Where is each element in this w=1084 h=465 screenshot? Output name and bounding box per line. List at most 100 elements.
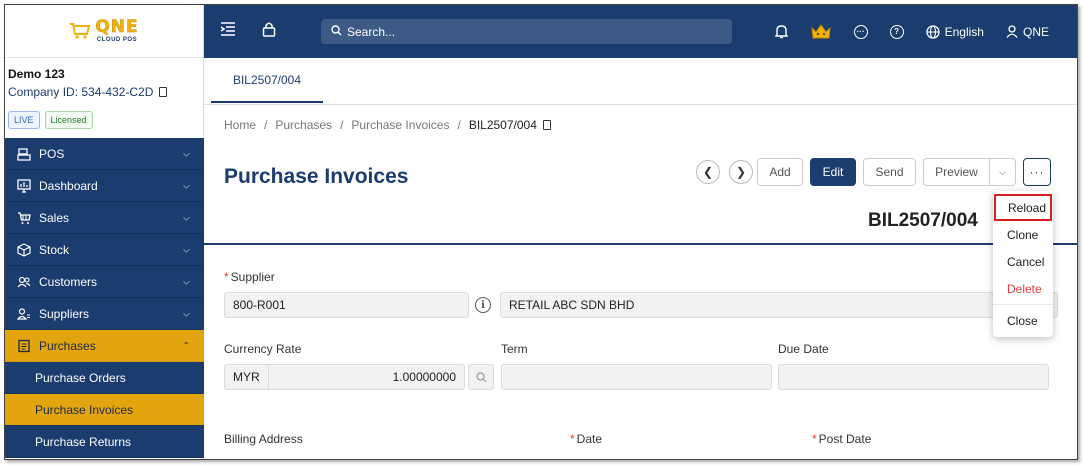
breadcrumb: Home / Purchases / Purchase Invoices / B… bbox=[224, 118, 551, 132]
sidebar-subitem-purchase-returns[interactable]: Purchase Returns bbox=[5, 426, 204, 458]
menu-item-clone[interactable]: Clone bbox=[993, 221, 1053, 248]
sidebar-item-label: Customers bbox=[39, 274, 98, 289]
menu-item-reload[interactable]: Reload bbox=[994, 194, 1052, 221]
user-icon bbox=[1006, 25, 1018, 38]
customers-icon bbox=[17, 275, 31, 289]
sidebar-subitem-purchase-invoices[interactable]: Purchase Invoices bbox=[5, 394, 204, 426]
rate-search-button[interactable] bbox=[468, 364, 494, 390]
copy-icon[interactable] bbox=[542, 120, 551, 130]
language-selector[interactable]: English bbox=[925, 24, 984, 39]
live-badge: LIVE bbox=[8, 111, 40, 129]
section-divider bbox=[204, 243, 1077, 245]
send-button[interactable]: Send bbox=[863, 158, 916, 186]
logo-area: QNE CLOUD POS bbox=[5, 5, 203, 58]
status-badges: LIVE Licensed bbox=[8, 111, 199, 129]
pos-icon bbox=[17, 147, 31, 161]
chevron-down-icon: ⌵ bbox=[183, 308, 190, 318]
required-marker: * bbox=[570, 432, 575, 446]
supplier-code-field[interactable]: 800-R001 bbox=[224, 292, 469, 318]
term-field[interactable] bbox=[501, 364, 772, 390]
qne-logo[interactable]: QNE CLOUD POS bbox=[69, 17, 139, 43]
language-label: English bbox=[944, 24, 984, 39]
more-actions-button[interactable]: ··· bbox=[1023, 158, 1051, 186]
suppliers-icon bbox=[17, 307, 31, 321]
supplier-label: * Supplier bbox=[224, 270, 275, 284]
next-record-button[interactable]: ❯ bbox=[729, 160, 753, 184]
sidebar-item-label: POS bbox=[39, 146, 65, 161]
top-bar-actions: ··· ? English QNE bbox=[753, 5, 1049, 58]
breadcrumb-current: BIL2507/004 bbox=[469, 118, 551, 132]
sidebar-item-suppliers[interactable]: Suppliers ⌵ bbox=[5, 298, 204, 330]
help-icon[interactable]: ? bbox=[889, 24, 904, 39]
supplier-name-field[interactable]: RETAIL ABC SDN BHD bbox=[500, 292, 1058, 318]
chevron-up-icon: ⌃ bbox=[182, 340, 190, 350]
preview-dropdown-chevron-icon[interactable]: ⌵ bbox=[990, 159, 1015, 185]
collapse-menu-icon[interactable] bbox=[218, 22, 238, 40]
sidebar-item-stock[interactable]: Stock ⌵ bbox=[5, 234, 204, 266]
sidebar-item-pos[interactable]: POS ⌵ bbox=[5, 138, 204, 170]
currency-field[interactable]: MYR bbox=[224, 364, 269, 390]
top-bar: Search... ··· ? English QNE bbox=[204, 5, 1077, 58]
copy-icon[interactable] bbox=[159, 87, 168, 97]
user-menu[interactable]: QNE bbox=[1006, 25, 1049, 39]
add-button[interactable]: Add bbox=[757, 158, 803, 186]
menu-divider bbox=[993, 304, 1053, 305]
post-date-label: * Post Date bbox=[812, 432, 872, 446]
billing-address-label: Billing Address bbox=[224, 432, 303, 446]
app-window: QNE CLOUD POS Demo 123 Company ID: 534-4… bbox=[4, 4, 1078, 460]
date-label: * Date bbox=[570, 432, 603, 446]
menu-item-close[interactable]: Close bbox=[993, 307, 1053, 334]
sidebar-item-dashboard[interactable]: Dashboard ⌵ bbox=[5, 170, 204, 202]
sidebar-item-purchases[interactable]: Purchases ⌃ bbox=[5, 330, 204, 362]
document-tabs: BIL2507/004 bbox=[204, 58, 1077, 105]
bell-icon[interactable] bbox=[774, 24, 788, 39]
sidebar: QNE CLOUD POS Demo 123 Company ID: 534-4… bbox=[5, 5, 204, 459]
required-marker: * bbox=[224, 270, 229, 284]
search-icon bbox=[475, 371, 486, 382]
tab-document[interactable]: BIL2507/004 bbox=[211, 58, 323, 103]
company-name: Demo 123 bbox=[8, 67, 65, 81]
chevron-down-icon: ⌵ bbox=[183, 244, 190, 254]
logo-brand-text: QNE bbox=[95, 17, 139, 37]
stock-icon bbox=[17, 242, 31, 257]
previous-record-button[interactable]: ❮ bbox=[696, 160, 720, 184]
more-actions-menu: Reload Clone Cancel Delete Close bbox=[993, 191, 1053, 337]
user-name: QNE bbox=[1022, 24, 1049, 39]
premium-crown-icon[interactable] bbox=[810, 23, 832, 41]
term-label: Term bbox=[501, 342, 528, 356]
sidebar-menu: POS ⌵ Dashboard ⌵ Sales ⌵ Stock ⌵ Custom… bbox=[5, 138, 204, 458]
info-icon[interactable]: i bbox=[475, 297, 491, 313]
licensed-badge: Licensed bbox=[44, 111, 93, 129]
preview-button[interactable]: Preview bbox=[924, 159, 990, 185]
edit-button[interactable]: Edit bbox=[810, 158, 856, 186]
breadcrumb-purchase-invoices[interactable]: Purchase Invoices bbox=[351, 118, 449, 132]
search-icon bbox=[331, 24, 342, 39]
sales-icon bbox=[17, 211, 31, 225]
sidebar-item-customers[interactable]: Customers ⌵ bbox=[5, 266, 204, 298]
currency-rate-label: Currency Rate bbox=[224, 342, 302, 356]
sidebar-item-label: Dashboard bbox=[39, 178, 98, 193]
purchases-icon bbox=[17, 339, 31, 353]
lock-icon[interactable] bbox=[259, 21, 279, 41]
chat-icon[interactable]: ··· bbox=[853, 24, 868, 39]
company-id-text: Company ID: 534-432-C2D bbox=[8, 85, 154, 99]
menu-item-delete[interactable]: Delete bbox=[993, 275, 1053, 302]
logo-sub-text: CLOUD POS bbox=[96, 37, 138, 43]
sidebar-subitem-purchase-orders[interactable]: Purchase Orders bbox=[5, 362, 204, 394]
dashboard-icon bbox=[17, 178, 31, 193]
breadcrumb-purchases[interactable]: Purchases bbox=[275, 118, 332, 132]
due-date-field[interactable] bbox=[778, 364, 1049, 390]
search-input[interactable]: Search... bbox=[321, 19, 732, 44]
menu-item-cancel[interactable]: Cancel bbox=[993, 248, 1053, 275]
main-content: BIL2507/004 Home / Purchases / Purchase … bbox=[204, 58, 1077, 459]
page-title: Purchase Invoices bbox=[224, 165, 409, 188]
preview-button-group: Preview ⌵ bbox=[923, 158, 1016, 186]
company-id: Company ID: 534-432-C2D bbox=[8, 85, 199, 99]
chevron-down-icon: ⌵ bbox=[183, 276, 190, 286]
sidebar-item-sales[interactable]: Sales ⌵ bbox=[5, 202, 204, 234]
breadcrumb-home[interactable]: Home bbox=[224, 118, 256, 132]
currency-rate-field[interactable]: 1.00000000 bbox=[268, 364, 465, 390]
chevron-down-icon: ⌵ bbox=[183, 180, 190, 190]
globe-icon bbox=[925, 24, 940, 39]
sidebar-item-label: Purchases bbox=[39, 338, 96, 353]
